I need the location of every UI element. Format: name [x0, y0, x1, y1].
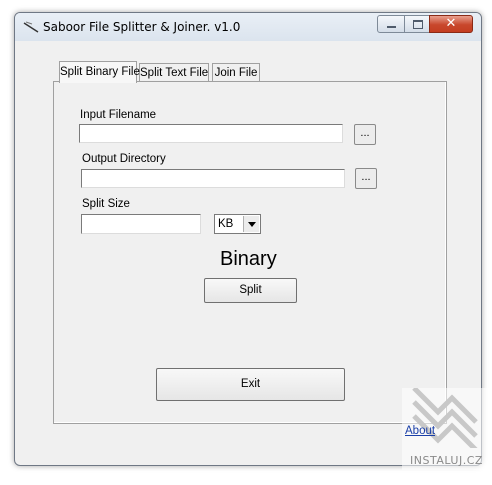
exit-button-label: Exit	[240, 378, 261, 390]
mode-label: Binary	[220, 248, 277, 270]
size-unit-select[interactable]: KB	[214, 214, 261, 234]
title-bar[interactable]: Saboor File Splitter & Joiner. v1.0 ✕	[15, 13, 481, 41]
chevron-down-icon[interactable]	[243, 216, 259, 232]
input-browse-button[interactable]: ...	[354, 124, 376, 145]
tab-split-text-file[interactable]: Split Text File	[139, 63, 209, 82]
output-browse-button[interactable]: ...	[355, 168, 377, 189]
about-link[interactable]: About	[405, 425, 435, 437]
output-directory-field[interactable]	[81, 169, 345, 188]
close-button[interactable]: ✕	[429, 15, 473, 33]
watermark-logo	[412, 388, 478, 448]
split-binary-panel: Input Filename ... Output Directory ... …	[53, 81, 447, 424]
split-button[interactable]: Split	[204, 278, 297, 303]
input-filename-field[interactable]	[79, 124, 343, 143]
feather-icon	[23, 21, 39, 33]
minimize-button[interactable]	[377, 15, 405, 33]
tab-split-binary-file[interactable]: Split Binary File	[59, 61, 140, 83]
tab-join-file[interactable]: Join File	[212, 63, 260, 82]
split-size-label: Split Size	[82, 198, 130, 210]
output-directory-label: Output Directory	[82, 153, 166, 165]
exit-button[interactable]: Exit	[156, 368, 345, 401]
split-button-label: Split	[239, 284, 262, 296]
window-title: Saboor File Splitter & Joiner. v1.0	[43, 20, 241, 34]
input-filename-label: Input Filename	[80, 109, 157, 121]
maximize-button[interactable]	[404, 15, 430, 33]
size-unit-value: KB	[218, 218, 234, 230]
close-icon: ✕	[445, 16, 457, 31]
split-size-field[interactable]	[81, 214, 201, 234]
watermark-text: INSTALUJ.CZ	[410, 454, 483, 467]
